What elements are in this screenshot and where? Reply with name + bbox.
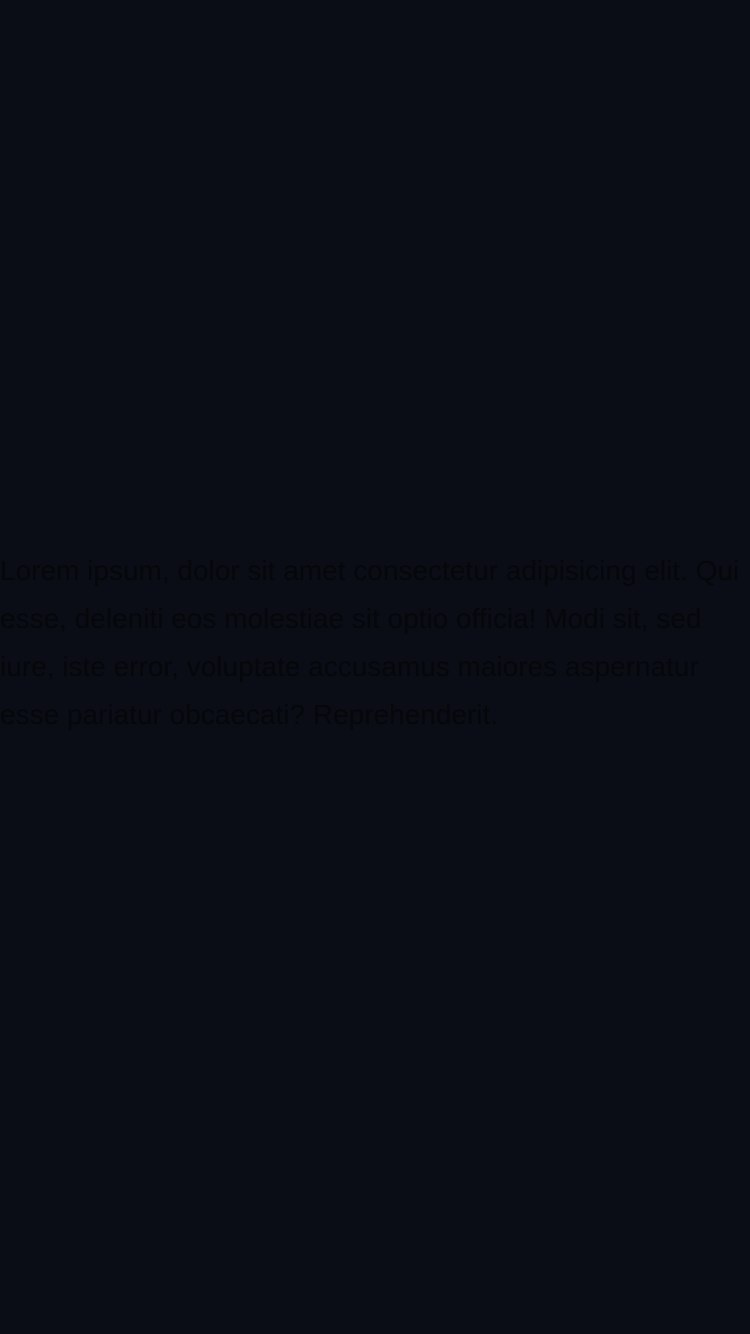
app-screen: Lorem ipsum, dolor sit amet consectetur … (0, 0, 750, 1334)
lorem-paragraph: Lorem ipsum, dolor sit amet consectetur … (0, 555, 740, 730)
